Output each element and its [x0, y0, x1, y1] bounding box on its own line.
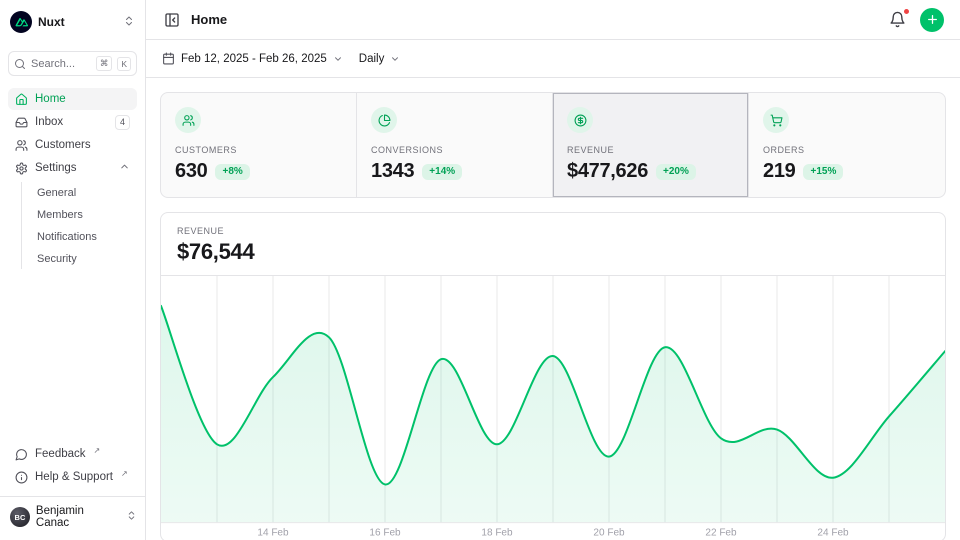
subitem-label: Notifications — [37, 231, 97, 243]
stat-label: ORDERS — [763, 145, 931, 155]
sidebar-nav: Home Inbox 4 Customers Settings — [8, 88, 137, 271]
sidebar-item-home[interactable]: Home — [8, 88, 137, 110]
chart-metric-label: REVENUE — [177, 226, 929, 236]
chat-bubble-icon — [15, 448, 28, 461]
users-icon — [15, 139, 28, 152]
sidebar-item-label: Customers — [35, 139, 91, 151]
page-title: Home — [191, 12, 227, 27]
plus-icon — [926, 13, 939, 26]
main-panel: Home Feb 12, 2 — [146, 0, 960, 540]
sidebar-item-label: Inbox — [35, 116, 63, 128]
sidebar-item-label: Settings — [35, 162, 77, 174]
external-link-icon: ↗ — [121, 469, 128, 478]
sidebar-subitem-members[interactable]: Members — [22, 204, 137, 225]
svg-text:16 Feb: 16 Feb — [369, 528, 401, 539]
collapse-sidebar-button[interactable] — [162, 10, 182, 30]
search-icon — [14, 58, 26, 70]
user-name: Benjamin Canac — [36, 505, 120, 529]
nuxt-logo-icon — [10, 11, 32, 33]
sidebar-item-label: Feedback — [35, 448, 86, 460]
home-icon — [15, 93, 28, 106]
chevron-up-icon — [119, 161, 130, 175]
kbd-k: K — [117, 57, 131, 71]
svg-text:20 Feb: 20 Feb — [593, 528, 625, 539]
stat-label: CONVERSIONS — [371, 145, 538, 155]
info-icon — [15, 471, 28, 484]
svg-text:18 Feb: 18 Feb — [481, 528, 513, 539]
notifications-button[interactable] — [887, 9, 908, 30]
svg-text:22 Feb: 22 Feb — [705, 528, 737, 539]
chevrons-up-down-icon — [123, 15, 135, 30]
avatar: BC — [10, 507, 30, 527]
chart-header: REVENUE $76,544 — [161, 213, 945, 276]
filters-toolbar: Feb 12, 2025 - Feb 26, 2025 Daily — [146, 40, 960, 78]
team-switcher[interactable]: Nuxt — [8, 8, 137, 36]
notification-dot — [903, 8, 910, 15]
sidebar: Nuxt Search... ⌘ K Home — [0, 0, 146, 540]
team-name: Nuxt — [38, 15, 65, 29]
sidebar-footer-nav: Feedback ↗ Help & Support ↗ — [8, 443, 137, 488]
stat-delta-badge: +20% — [656, 164, 696, 180]
subitem-label: Security — [37, 253, 77, 265]
chevrons-up-down-icon — [126, 510, 137, 524]
svg-text:24 Feb: 24 Feb — [817, 528, 849, 539]
inbox-count-badge: 4 — [115, 115, 130, 130]
chevron-down-icon — [390, 54, 400, 64]
calendar-icon — [162, 52, 175, 65]
settings-subnav: General Members Notifications Security — [21, 182, 137, 269]
search-input[interactable]: Search... ⌘ K — [8, 51, 137, 76]
subitem-label: Members — [37, 209, 83, 221]
page-header: Home — [146, 0, 960, 40]
stat-customers[interactable]: CUSTOMERS 630 +8% — [161, 93, 357, 197]
chart-pie-icon — [371, 107, 397, 133]
app-window: Nuxt Search... ⌘ K Home — [0, 0, 960, 540]
revenue-chart-card: REVENUE $76,544 14 Feb 16 Feb 18 Feb 20 Feb… — [160, 212, 946, 540]
user-menu[interactable]: BC Benjamin Canac — [0, 496, 145, 532]
inbox-icon — [15, 116, 28, 129]
revenue-area-chart[interactable]: 14 Feb 16 Feb 18 Feb 20 Feb 22 Feb 24 Feb — [161, 276, 945, 540]
panel-left-close-icon — [164, 12, 180, 28]
stat-label: REVENUE — [567, 145, 734, 155]
stat-revenue[interactable]: REVENUE $477,626 +20% — [553, 93, 749, 197]
period-value: Daily — [359, 53, 385, 65]
sidebar-item-feedback[interactable]: Feedback ↗ — [8, 443, 137, 465]
sidebar-item-help-support[interactable]: Help & Support ↗ — [8, 466, 137, 488]
date-range-picker[interactable]: Feb 12, 2025 - Feb 26, 2025 — [162, 52, 343, 65]
shopping-cart-icon — [763, 107, 789, 133]
users-icon — [175, 107, 201, 133]
stat-delta-badge: +14% — [422, 164, 462, 180]
stat-label: CUSTOMERS — [175, 145, 342, 155]
dashboard-content: CUSTOMERS 630 +8% CONVERSIONS 1343 +14% — [146, 78, 960, 540]
dollar-circle-icon — [567, 107, 593, 133]
date-range-value: Feb 12, 2025 - Feb 26, 2025 — [181, 53, 327, 65]
chevron-down-icon — [333, 54, 343, 64]
sidebar-item-settings[interactable]: Settings — [8, 157, 137, 179]
stat-delta-badge: +8% — [215, 164, 249, 180]
sidebar-item-label: Home — [35, 93, 66, 105]
search-placeholder: Search... — [31, 58, 91, 70]
sidebar-subitem-general[interactable]: General — [22, 182, 137, 203]
stat-value: $477,626 — [567, 160, 648, 183]
stat-delta-badge: +15% — [803, 164, 843, 180]
add-button[interactable] — [920, 8, 944, 32]
stat-conversions[interactable]: CONVERSIONS 1343 +14% — [357, 93, 553, 197]
sidebar-subitem-notifications[interactable]: Notifications — [22, 226, 137, 247]
sidebar-item-customers[interactable]: Customers — [8, 134, 137, 156]
period-select[interactable]: Daily — [359, 53, 401, 65]
stat-value: 1343 — [371, 160, 414, 183]
subitem-label: General — [37, 187, 76, 199]
chart-metric-value: $76,544 — [177, 239, 929, 265]
stat-value: 630 — [175, 160, 207, 183]
sidebar-item-inbox[interactable]: Inbox 4 — [8, 111, 137, 133]
stat-orders[interactable]: ORDERS 219 +15% — [749, 93, 945, 197]
stat-value: 219 — [763, 160, 795, 183]
kbd-cmd: ⌘ — [96, 56, 113, 71]
svg-text:14 Feb: 14 Feb — [257, 528, 289, 539]
external-link-icon: ↗ — [94, 446, 101, 455]
sidebar-subitem-security[interactable]: Security — [22, 248, 137, 269]
sidebar-item-label: Help & Support — [35, 471, 113, 483]
stats-row: CUSTOMERS 630 +8% CONVERSIONS 1343 +14% — [160, 92, 946, 198]
gear-icon — [15, 162, 28, 175]
